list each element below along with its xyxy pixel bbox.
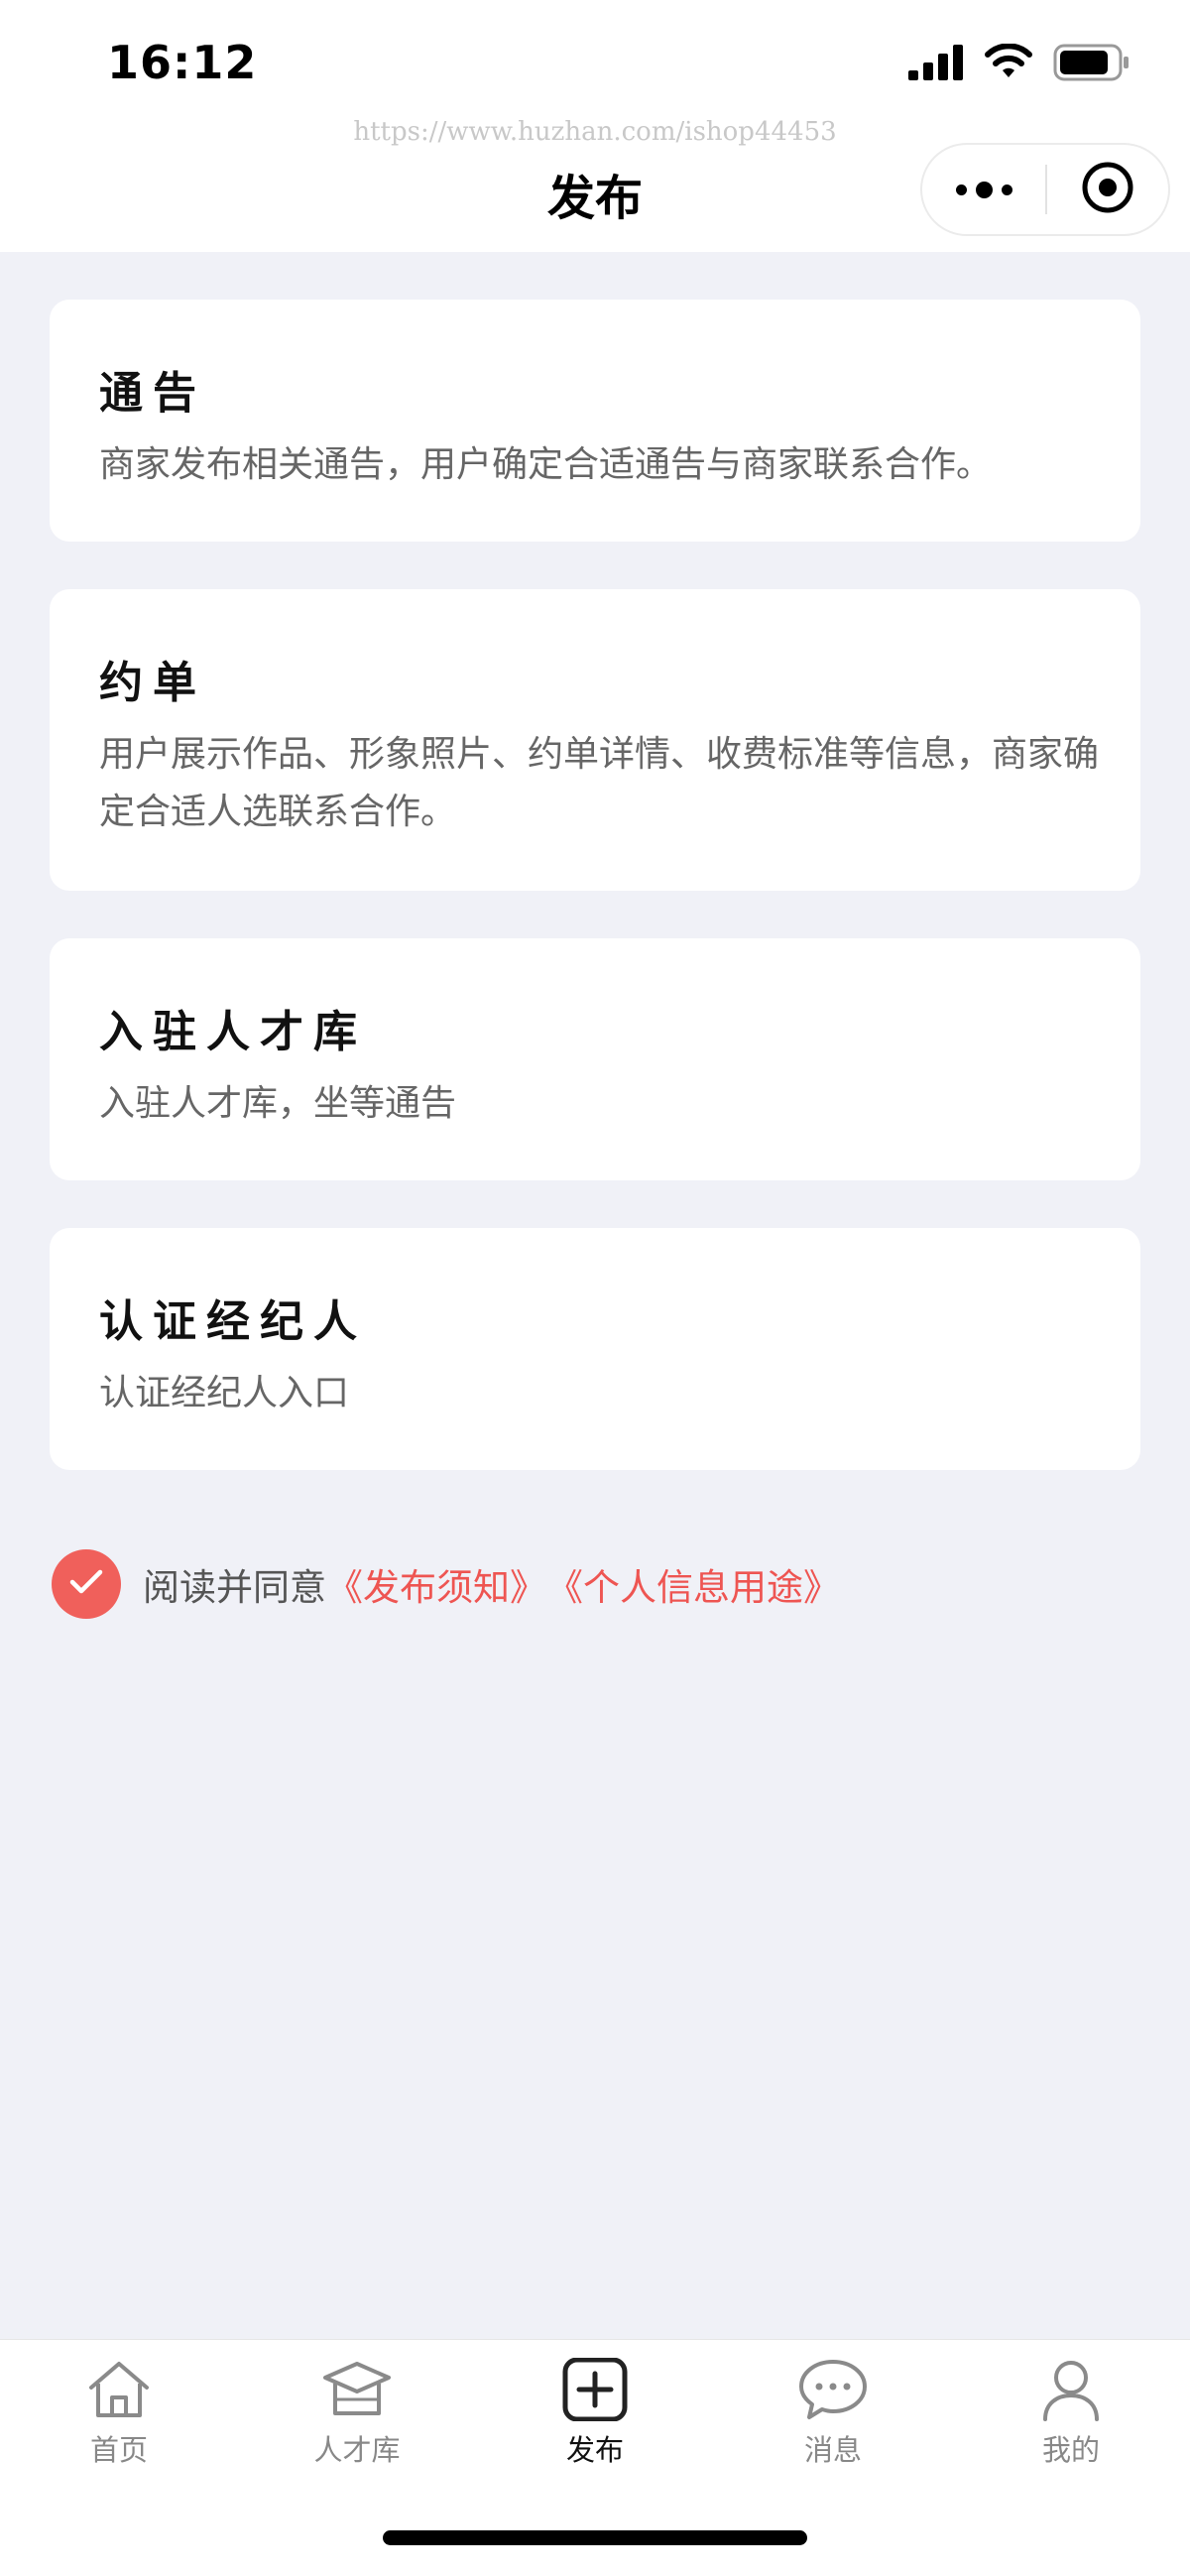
plus-square-icon xyxy=(476,2358,714,2421)
card-notice[interactable]: 通告 商家发布相关通告，用户确定合适通告与商家联系合作。 xyxy=(50,300,1140,542)
card-booking[interactable]: 约单 用户展示作品、形象照片、约单详情、收费标准等信息，商家确定合适人选联系合作… xyxy=(50,589,1140,891)
close-miniprogram-button[interactable] xyxy=(1047,145,1168,234)
tab-label: 人才库 xyxy=(313,2433,401,2467)
home-icon xyxy=(0,2358,238,2421)
card-description: 商家发布相关通告，用户确定合适通告与商家联系合作。 xyxy=(99,444,993,485)
wifi-icon xyxy=(984,43,1033,85)
battery-icon xyxy=(1053,44,1130,85)
status-time: 16:12 xyxy=(107,36,258,89)
more-dot-icon xyxy=(1001,184,1012,195)
user-icon xyxy=(952,2358,1190,2421)
chat-bubble-icon xyxy=(714,2358,952,2421)
tab-label: 首页 xyxy=(89,2433,148,2467)
status-bar: 16:12 xyxy=(0,0,1190,129)
personal-info-usage-link[interactable]: 《个人信息用途》 xyxy=(546,1557,840,1611)
checkmark-icon xyxy=(68,1568,104,1600)
card-title: 约单 xyxy=(99,658,206,708)
tab-home[interactable]: 首页 xyxy=(0,2358,238,2507)
tab-talent-pool[interactable]: 人才库 xyxy=(238,2358,476,2507)
tab-label: 发布 xyxy=(565,2433,624,2467)
card-title: 通告 xyxy=(99,368,206,419)
miniprogram-capsule xyxy=(920,143,1170,236)
target-circle-icon xyxy=(1081,161,1134,218)
tab-label: 我的 xyxy=(1041,2433,1100,2467)
agreement-text: 阅读并同意 xyxy=(143,1566,326,1609)
cellular-signal-icon xyxy=(908,45,964,84)
card-agent-certification[interactable]: 认证经纪人 认证经纪人入口 xyxy=(50,1228,1140,1470)
more-button[interactable] xyxy=(922,145,1045,234)
graduation-cap-icon xyxy=(238,2358,476,2421)
tab-messages[interactable]: 消息 xyxy=(714,2358,952,2507)
top-bar: 16:12 https://www.huzhan.com/ishop44453 … xyxy=(0,0,1190,252)
card-description: 认证经纪人入口 xyxy=(99,1373,350,1413)
agreement-row: 阅读并同意 《发布须知》 《个人信息用途》 xyxy=(52,1549,840,1619)
card-talent-pool[interactable]: 入驻人才库 入驻人才库，坐等通告 xyxy=(50,938,1140,1180)
publish-notice-link[interactable]: 《发布须知》 xyxy=(326,1557,546,1611)
status-icons xyxy=(908,43,1130,85)
card-title: 入驻人才库 xyxy=(99,1007,367,1057)
card-description: 入驻人才库，坐等通告 xyxy=(99,1083,457,1124)
card-title: 认证经纪人 xyxy=(99,1296,367,1347)
tab-publish[interactable]: 发布 xyxy=(476,2358,714,2507)
more-dot-icon xyxy=(955,184,967,195)
agreement-checkbox[interactable] xyxy=(52,1549,121,1619)
home-indicator[interactable] xyxy=(383,2530,807,2545)
card-description: 用户展示作品、形象照片、约单详情、收费标准等信息，商家确定合适人选联系合作。 xyxy=(99,734,1100,832)
tab-label: 消息 xyxy=(803,2433,862,2467)
more-dot-icon xyxy=(975,181,993,198)
tab-mine[interactable]: 我的 xyxy=(952,2358,1190,2507)
